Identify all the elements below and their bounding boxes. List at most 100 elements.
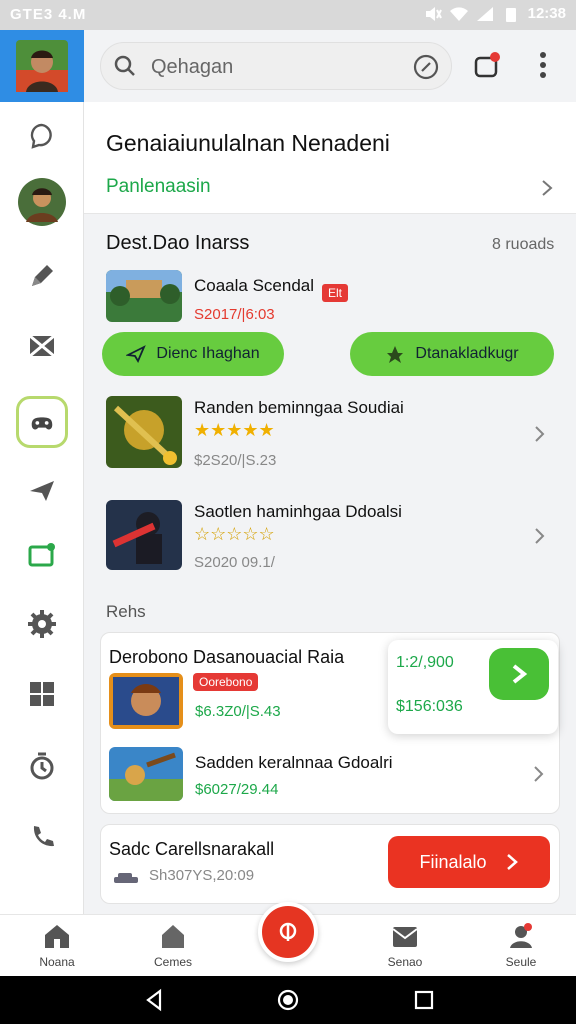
- sidebar-edit-item[interactable]: [0, 248, 84, 304]
- item-title[interactable]: Sadden keralnnaa Gdoalri: [195, 753, 393, 773]
- nav-games[interactable]: Cemes: [128, 921, 218, 975]
- status-bar: GTE3 4.M 12:38: [0, 0, 576, 30]
- chevron-right-icon[interactable]: [533, 765, 545, 783]
- page-title: Genaiaiunulalnan Nenadeni: [106, 130, 390, 156]
- signal-icon: [476, 6, 494, 22]
- sidebar-timer-item[interactable]: [0, 738, 84, 794]
- deal-badge: Oorebono: [193, 673, 259, 691]
- nav-home[interactable]: Noana: [12, 921, 102, 975]
- battery-icon: [502, 6, 520, 22]
- promo-title[interactable]: Sadc Carellsnarakall: [109, 839, 274, 860]
- featured-title[interactable]: Coaala Scendal: [194, 276, 314, 296]
- header-card[interactable]: Genaiaiunulalnan Nenadeni Panlenaasin: [84, 102, 576, 214]
- popout-count: 1:2/,900: [396, 654, 454, 671]
- profile-avatar-button[interactable]: [0, 30, 84, 102]
- sidebar-tools-item[interactable]: [0, 318, 84, 374]
- gamepad-active-frame: [16, 396, 68, 448]
- nav-games-label: Cemes: [153, 955, 192, 969]
- sidebar: [0, 30, 84, 914]
- game-thumbnail[interactable]: [109, 673, 183, 729]
- item-price: $6027/29.44: [195, 781, 279, 798]
- crossed-tools-icon: [29, 334, 55, 358]
- search-bar[interactable]: Qehagan: [100, 42, 452, 90]
- mute-icon: [424, 6, 442, 22]
- golden-warrior-image: [106, 396, 182, 468]
- chevron-right-icon: [542, 180, 553, 196]
- sidebar-chat-item[interactable]: [0, 108, 84, 164]
- page-subtitle[interactable]: Panlenaasin: [106, 176, 211, 198]
- promo-price: Sh307YS,20:09: [149, 867, 255, 884]
- gamepad-icon: [31, 417, 53, 430]
- home-icon: [45, 925, 69, 948]
- sidebar-folder-item[interactable]: [0, 526, 84, 582]
- go-button[interactable]: [489, 648, 549, 700]
- section-title: Rehs: [106, 602, 146, 621]
- item-title[interactable]: Randen beminngaa Soudiai: [194, 398, 404, 418]
- sidebar-games-item[interactable]: [0, 392, 84, 452]
- item-title[interactable]: Saotlen haminhgaa Ddoalsi: [194, 502, 402, 522]
- send-icon: [126, 345, 147, 363]
- recents-icon[interactable]: [412, 988, 436, 1012]
- game-art-image: [106, 270, 182, 322]
- more-vert-icon[interactable]: [530, 50, 556, 80]
- star-rating: ☆☆☆☆☆: [194, 524, 275, 544]
- nav-home-label: Noana: [39, 955, 75, 969]
- car-icon: [114, 873, 138, 883]
- user-avatar-icon: [18, 178, 66, 226]
- pencil-icon: [32, 265, 53, 286]
- follow-button[interactable]: Dienc Ihaghan: [102, 332, 284, 376]
- grid-icon: [30, 682, 54, 706]
- popout-price: $156:036: [396, 698, 463, 715]
- nav-profile[interactable]: Seule: [476, 921, 566, 975]
- notification-bell-icon[interactable]: [472, 50, 502, 80]
- nav-saved[interactable]: Senao: [360, 921, 450, 975]
- price-popout: 1:2/,900 $156:036: [388, 640, 558, 734]
- game-thumbnail[interactable]: [106, 500, 182, 570]
- sidebar-grid-item[interactable]: [0, 666, 84, 722]
- avatar: [16, 40, 68, 92]
- star-rating: ★★★★★: [194, 420, 275, 440]
- house-icon: [162, 925, 184, 948]
- wifi-icon: [449, 6, 468, 22]
- home-circle-icon[interactable]: [276, 988, 300, 1012]
- section-meta[interactable]: 8 ruoads: [492, 236, 554, 254]
- compass-icon[interactable]: [413, 54, 439, 80]
- fab-button[interactable]: [258, 902, 318, 962]
- paper-plane-icon: [30, 481, 54, 501]
- game-thumbnail[interactable]: [109, 747, 183, 801]
- game-thumbnail[interactable]: [106, 396, 182, 468]
- green-folder-icon: [28, 543, 55, 567]
- buy-button-label: Fiinalalo: [419, 851, 487, 872]
- sidebar-profile-item[interactable]: [0, 172, 84, 232]
- search-icon: [114, 55, 135, 76]
- item-price: S2020 09.1/: [194, 554, 275, 571]
- timer-icon: [30, 752, 54, 780]
- chevron-right-icon[interactable]: [534, 527, 546, 545]
- buy-button[interactable]: Fiinalalo: [388, 836, 550, 888]
- deal-title[interactable]: Derobono Dasanouacial Raia: [109, 647, 344, 668]
- chevron-right-icon[interactable]: [534, 425, 546, 443]
- item-price: $2S20/|S.23: [194, 452, 277, 469]
- download-button-label: Dtanakladkugr: [415, 345, 519, 362]
- sidebar-settings-item[interactable]: [0, 596, 84, 652]
- hero-portrait-image: [109, 673, 183, 729]
- featured-game-thumbnail[interactable]: [106, 270, 182, 322]
- arrow-right-icon: [512, 664, 528, 684]
- status-time: 12:38: [527, 5, 566, 22]
- search-input[interactable]: Qehagan: [151, 56, 233, 79]
- mail-icon: [392, 927, 418, 947]
- target-icon: [279, 922, 297, 941]
- deal-price: $6.3Z0/|S.43: [195, 703, 281, 720]
- nav-profile-label: Seule: [505, 955, 537, 969]
- system-nav-bar: [0, 976, 576, 1024]
- ninja-warrior-image: [106, 500, 182, 570]
- gear-icon: [28, 610, 56, 638]
- sidebar-phone-item[interactable]: [0, 810, 84, 866]
- download-button[interactable]: Dtanakladkugr: [350, 332, 554, 376]
- adventure-scene-image: [109, 747, 183, 801]
- back-icon[interactable]: [142, 988, 166, 1012]
- pin-icon: [387, 346, 404, 363]
- featured-price: S2017/|6:03: [194, 306, 275, 323]
- chevron-right-icon: [506, 854, 518, 870]
- sidebar-send-item[interactable]: [0, 462, 84, 518]
